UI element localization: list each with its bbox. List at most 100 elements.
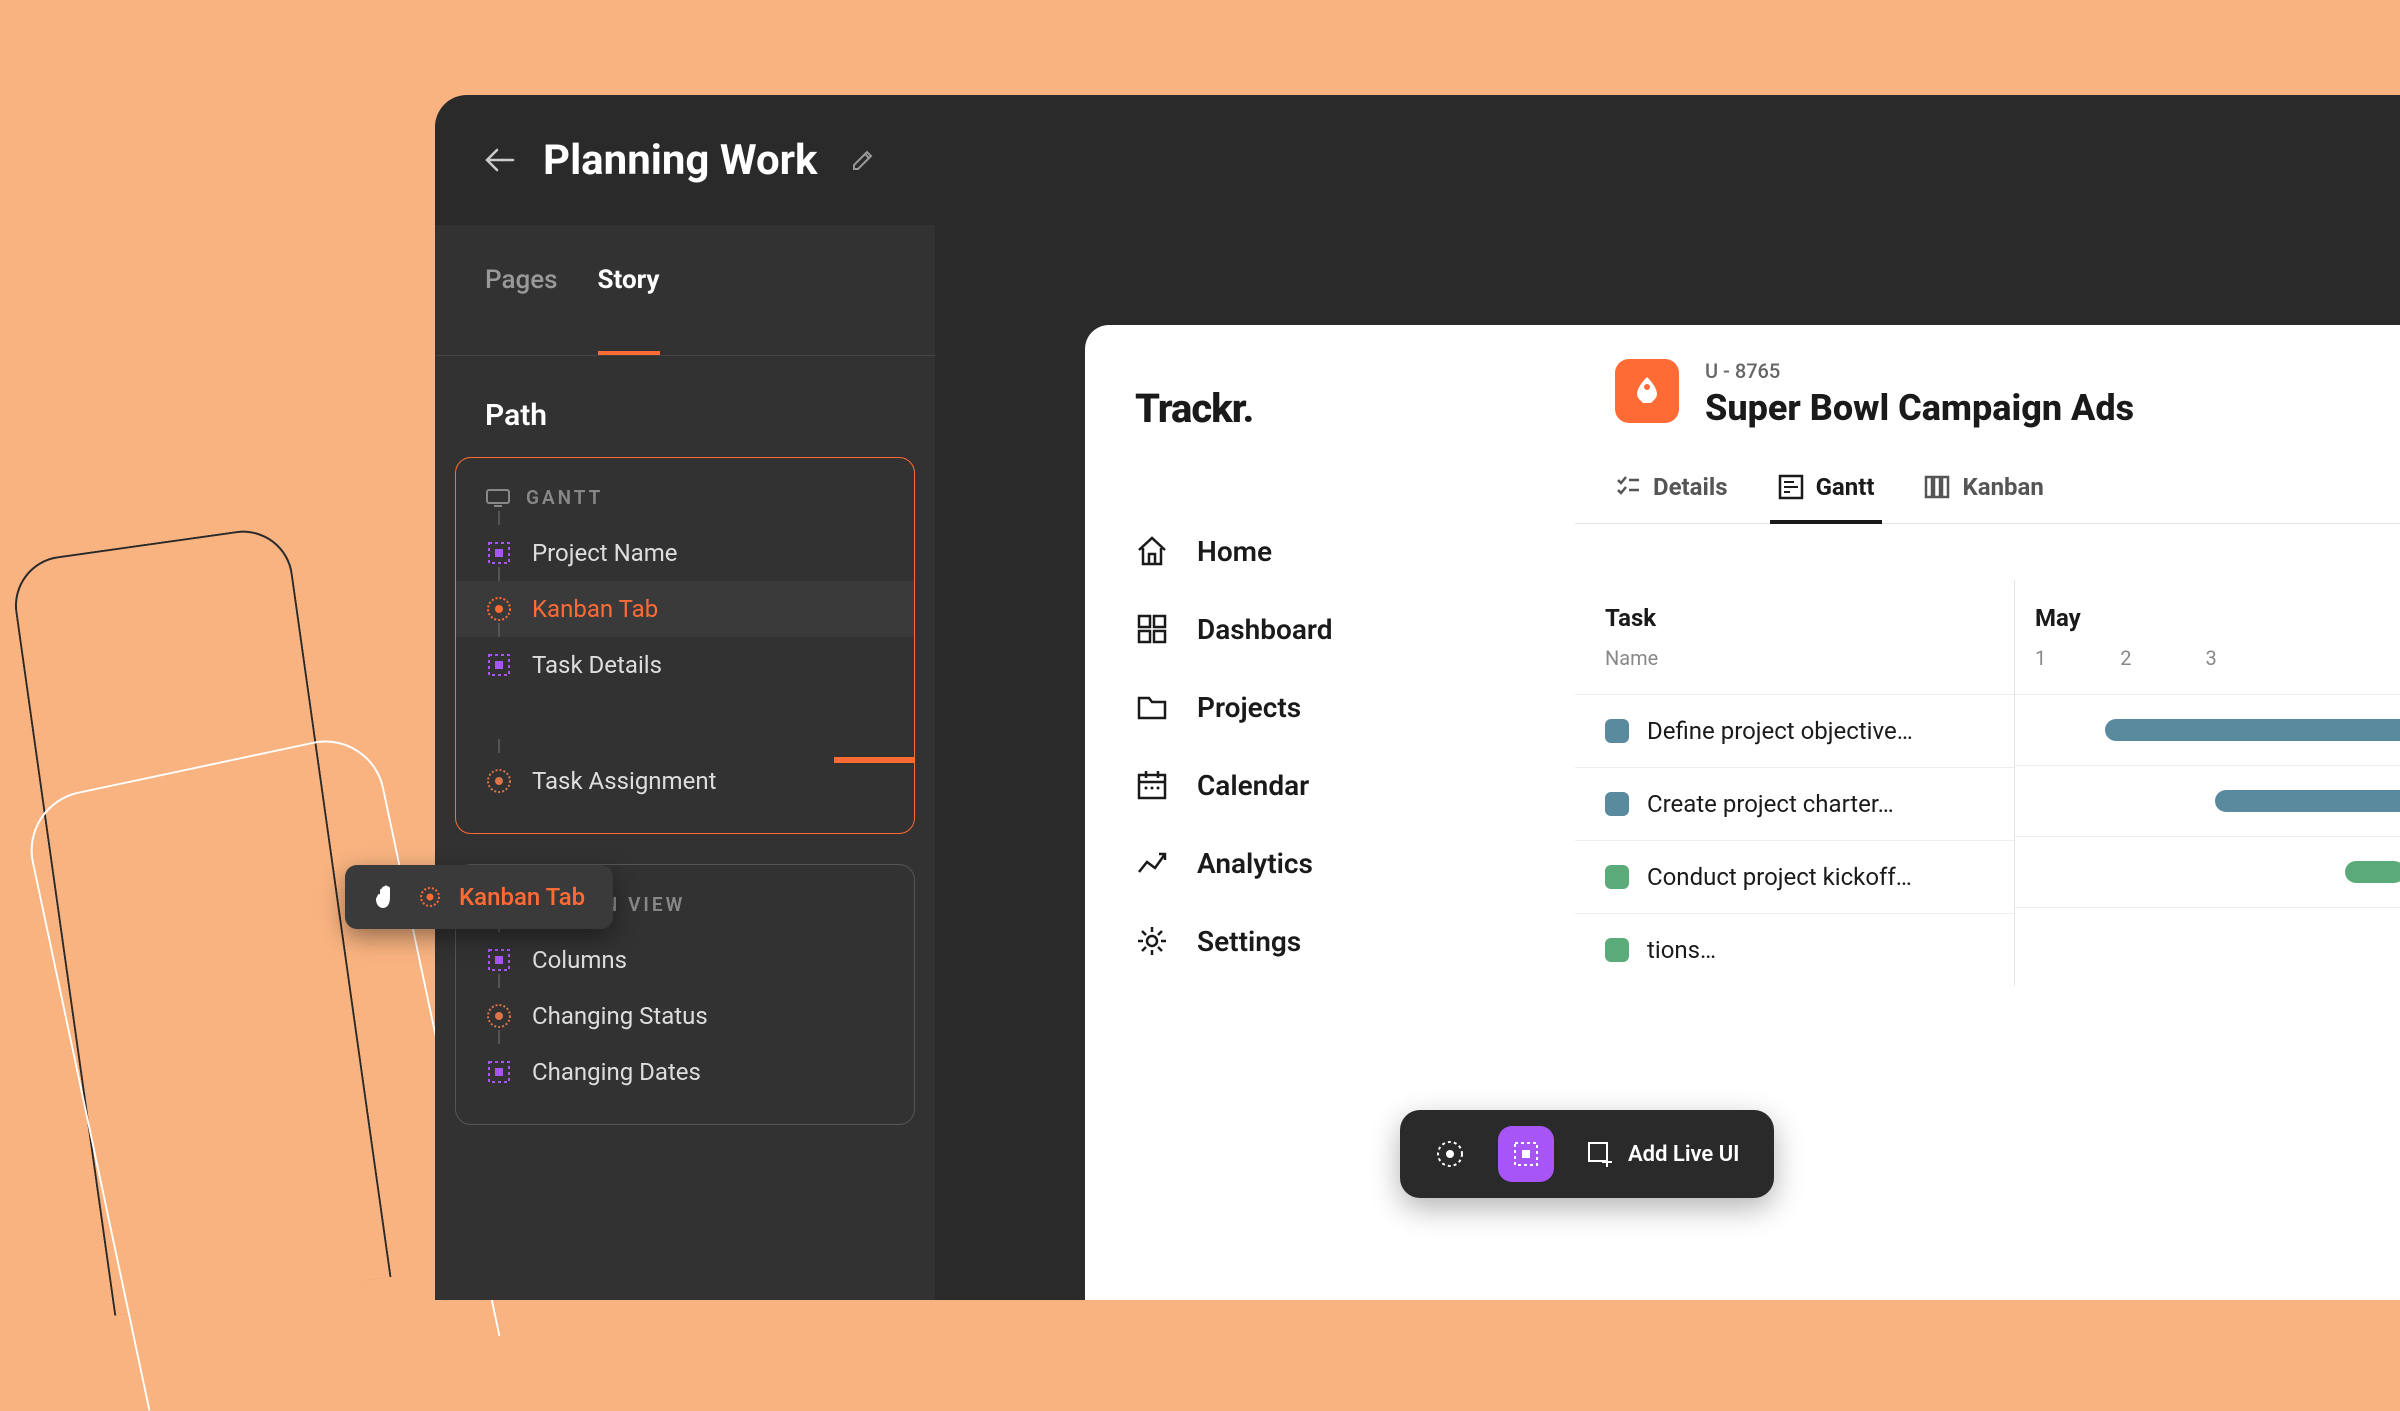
target-icon [419,886,441,908]
gantt-bar-row [2015,765,2400,836]
progress-indicator [834,757,914,763]
target-icon [486,1003,512,1029]
gantt-task-row[interactable]: Conduct project kickoff… [1575,840,2014,913]
grid-icon [1135,612,1169,646]
grab-hand-icon [373,883,401,911]
toolbar-target-button[interactable] [1422,1126,1478,1182]
task-name: tions… [1647,936,1716,964]
path-item-changing-status[interactable]: Changing Status [456,988,914,1044]
square-dashed-icon [486,652,512,678]
task-color-indicator [1605,792,1629,816]
content-header: U - 8765 Super Bowl Campaign Ads [1575,325,2400,429]
nav-label: Projects [1197,691,1301,724]
tab-pages[interactable]: Pages [485,265,558,327]
page-title: Planning Work [543,136,817,185]
titlebar: Planning Work [435,95,2400,225]
nav-home[interactable]: Home [1135,512,1525,590]
path-group-gantt: GANTT Project Name Kanban Tab Task Detai… [455,457,915,834]
gantt-bar-row [2015,836,2400,907]
tab-story[interactable]: Story [598,265,660,327]
path-item-columns[interactable]: Columns [456,932,914,988]
square-dashed-icon [486,540,512,566]
path-item-label: Changing Dates [532,1058,701,1086]
task-color-indicator [1605,865,1629,889]
view-tab-details[interactable]: Details [1615,473,1728,523]
view-tabs: Details Gantt Kanban [1575,441,2400,524]
nav-label: Calendar [1197,769,1309,802]
view-tab-gantt[interactable]: Gantt [1778,473,1875,523]
nav-dashboard[interactable]: Dashboard [1135,590,1525,668]
nav-label: Home [1197,535,1272,568]
gantt-task-row[interactable]: Create project charter… [1575,767,2014,840]
view-tab-label: Kanban [1962,473,2043,501]
day: 1 [2035,646,2046,670]
square-dashed-icon [486,1059,512,1085]
target-icon [486,768,512,794]
gantt-task-row[interactable]: tions… [1575,913,2014,986]
pencil-icon [851,148,875,172]
drag-tooltip[interactable]: Kanban Tab [345,865,613,929]
nav-settings[interactable]: Settings [1135,902,1525,980]
nav-projects[interactable]: Projects [1135,668,1525,746]
gantt-area: Task Name Define project objective… Crea… [1575,580,2400,986]
task-name: Create project charter… [1647,790,1894,818]
group-header-gantt: GANTT [456,482,914,525]
path-item-label: Changing Status [532,1002,708,1030]
day: 2 [2120,646,2131,670]
month-label: May [2035,604,2380,632]
path-item-project-name[interactable]: Project Name [456,525,914,581]
path-item-task-details[interactable]: Task Details [456,637,914,693]
back-button[interactable] [485,148,515,172]
bottom-toolbar: Add Live UI [1400,1110,1774,1198]
view-tab-label: Gantt [1816,473,1875,501]
home-icon [1135,534,1169,568]
rocket-icon [1629,373,1665,409]
path-item-label: Columns [532,946,627,974]
task-name: Conduct project kickoff… [1647,863,1912,891]
gantt-task-header: Task Name [1575,580,2014,694]
edit-title-button[interactable] [851,148,875,172]
trackr-logo: Trackr. [1135,385,1525,432]
add-live-ui-button[interactable]: Add Live UI [1574,1140,1752,1168]
path-item-changing-dates[interactable]: Changing Dates [456,1044,914,1100]
view-tab-kanban[interactable]: Kanban [1924,473,2043,523]
checklist-icon [1615,474,1641,500]
calendar-icon [1135,768,1169,802]
path-item-label: Task Assignment [532,767,716,795]
add-rect-icon [1586,1140,1614,1168]
gantt-task-column: Task Name Define project objective… Crea… [1575,580,2015,986]
gantt-timeline-header: May 1 2 3 [2015,580,2400,694]
select-dashed-icon [1511,1139,1541,1169]
gantt-bar[interactable] [2215,790,2400,812]
nav-analytics[interactable]: Analytics [1135,824,1525,902]
path-item-label: Kanban Tab [532,595,658,623]
chart-icon [1135,846,1169,880]
day-labels: 1 2 3 [2035,646,2380,670]
col-subtitle: Name [1605,646,1984,670]
arrow-left-icon [485,148,515,172]
gantt-task-row[interactable]: Define project objective… [1575,694,2014,767]
folder-icon [1135,690,1169,724]
rocket-badge [1615,359,1679,423]
gantt-bar-row [2015,907,2400,978]
monitor-icon [486,489,510,507]
project-name: Super Bowl Campaign Ads [1705,387,2134,429]
nav-calendar[interactable]: Calendar [1135,746,1525,824]
left-sidebar: Pages Story Path GANTT Project Name Kanb… [435,225,935,1300]
sidebar-tabs: Pages Story [435,265,935,356]
nav-label: Analytics [1197,847,1313,880]
gear-icon [1135,924,1169,958]
gantt-bar[interactable] [2105,719,2400,741]
gantt-bar[interactable] [2345,861,2400,883]
group-label: GANTT [526,486,603,509]
task-color-indicator [1605,719,1629,743]
nav-label: Settings [1197,925,1301,958]
toolbar-select-button[interactable] [1498,1126,1554,1182]
gantt-timeline: May 1 2 3 [2015,580,2400,986]
task-name: Define project objective… [1647,717,1913,745]
target-icon [486,596,512,622]
gantt-bar-row [2015,694,2400,765]
path-item-kanban-tab[interactable]: Kanban Tab [456,581,914,637]
header-text: U - 8765 Super Bowl Campaign Ads [1705,359,2134,429]
gantt-icon [1778,474,1804,500]
